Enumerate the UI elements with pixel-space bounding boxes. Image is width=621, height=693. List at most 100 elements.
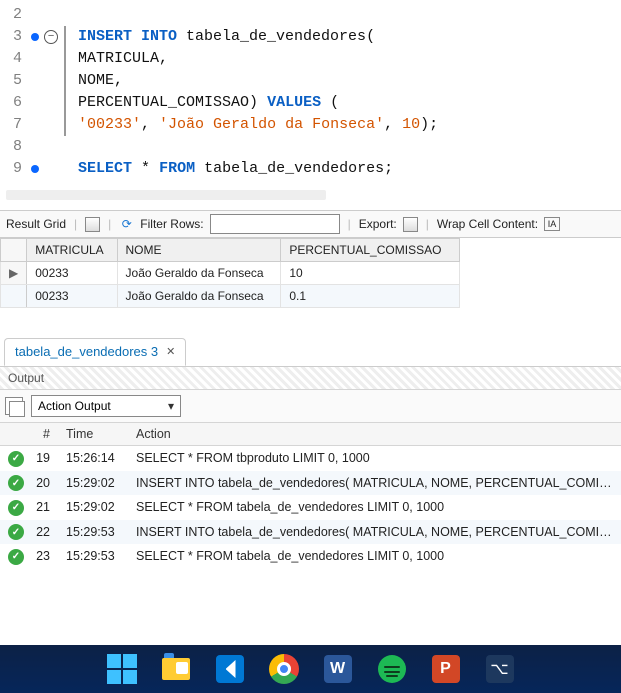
- output-row[interactable]: ✓2315:29:53SELECT * FROM tabela_de_vende…: [0, 544, 621, 569]
- tab-label: tabela_de_vendedores 3: [15, 344, 158, 359]
- editor-line[interactable]: 5 NOME,: [0, 70, 621, 92]
- output-row[interactable]: ✓2015:29:02INSERT INTO tabela_de_vendedo…: [0, 471, 621, 496]
- refresh-icon[interactable]: ⟳: [119, 217, 134, 232]
- output-log[interactable]: # Time Action ✓1915:26:14SELECT * FROM t…: [0, 423, 621, 569]
- code-text: PERCENTUAL_COMISSAO) VALUES (: [78, 92, 339, 114]
- output-type-value: Action Output: [38, 399, 111, 413]
- spotify-button[interactable]: [374, 651, 410, 687]
- filter-rows-label: Filter Rows:: [140, 217, 203, 231]
- vscode-icon: [216, 655, 244, 683]
- output-row-number: 23: [24, 544, 58, 569]
- output-row-number: 22: [24, 520, 58, 545]
- row-indicator[interactable]: [1, 285, 27, 308]
- success-icon: ✓: [8, 500, 24, 516]
- output-toolbar: Action Output: [0, 390, 621, 423]
- output-row-number: 20: [24, 471, 58, 496]
- success-icon: ✓: [8, 451, 24, 467]
- chrome-button[interactable]: [266, 651, 302, 687]
- column-header[interactable]: PERCENTUAL_COMISSAO: [281, 239, 460, 262]
- editor-line[interactable]: 3 − INSERT INTO tabela_de_vendedores(: [0, 26, 621, 48]
- result-grid[interactable]: MATRICULANOMEPERCENTUAL_COMISSAO ▶00233J…: [0, 238, 460, 308]
- cell[interactable]: 0.1: [281, 285, 460, 308]
- column-header[interactable]: MATRICULA: [27, 239, 117, 262]
- col-header-action: Action: [128, 423, 621, 446]
- success-icon: ✓: [8, 524, 24, 540]
- file-explorer-button[interactable]: [158, 651, 194, 687]
- editor-line[interactable]: 8: [0, 136, 621, 158]
- other-app-icon: ⌥: [486, 655, 514, 683]
- output-row[interactable]: ✓2115:29:02SELECT * FROM tabela_de_vende…: [0, 495, 621, 520]
- cell[interactable]: João Geraldo da Fonseca: [117, 285, 281, 308]
- wrap-cell-label: Wrap Cell Content:: [437, 217, 538, 231]
- editor-line[interactable]: 6 PERCENTUAL_COMISSAO) VALUES (: [0, 92, 621, 114]
- line-number: 5: [0, 70, 28, 92]
- powerpoint-icon: P: [432, 655, 460, 683]
- line-number: 4: [0, 48, 28, 70]
- output-row-time: 15:26:14: [58, 446, 128, 471]
- cell[interactable]: 00233: [27, 262, 117, 285]
- line-number: 3: [0, 26, 28, 48]
- editor-horizontal-scrollbar[interactable]: [6, 190, 326, 200]
- cell[interactable]: 00233: [27, 285, 117, 308]
- output-row-number: 21: [24, 495, 58, 520]
- editor-line[interactable]: 7'00233', 'João Geraldo da Fonseca', 10)…: [0, 114, 621, 136]
- copy-output-icon[interactable]: [5, 397, 23, 415]
- code-text: SELECT * FROM tabela_de_vendedores;: [78, 158, 393, 180]
- cell[interactable]: João Geraldo da Fonseca: [117, 262, 281, 285]
- windows-logo-icon: [107, 654, 137, 684]
- vscode-button[interactable]: [212, 651, 248, 687]
- export-label: Export:: [359, 217, 397, 231]
- filter-rows-input[interactable]: [210, 214, 340, 234]
- col-header-number: #: [24, 423, 58, 446]
- line-number: 8: [0, 136, 28, 158]
- success-icon: ✓: [8, 549, 24, 565]
- grid-view-icon[interactable]: [85, 217, 100, 232]
- result-tabs: tabela_de_vendedores 3 ✕: [0, 338, 621, 367]
- result-grid-toolbar: Result Grid | | ⟳ Filter Rows: | Export:…: [0, 210, 621, 238]
- line-number: 6: [0, 92, 28, 114]
- tab-tabela-de-vendedores-3[interactable]: tabela_de_vendedores 3 ✕: [4, 338, 186, 366]
- row-indicator[interactable]: ▶: [1, 262, 27, 285]
- output-title: Output: [0, 367, 621, 390]
- line-number: 9: [0, 158, 28, 180]
- editor-line[interactable]: 4 MATRICULA,: [0, 48, 621, 70]
- output-type-dropdown[interactable]: Action Output: [31, 395, 181, 417]
- output-row-action: SELECT * FROM tabela_de_vendedores LIMIT…: [128, 544, 621, 569]
- line-number: 7: [0, 114, 28, 136]
- output-row[interactable]: ✓1915:26:14SELECT * FROM tbproduto LIMIT…: [0, 446, 621, 471]
- other-app-button[interactable]: ⌥: [482, 651, 518, 687]
- code-text: INSERT INTO tabela_de_vendedores(: [78, 26, 375, 48]
- output-row-number: 19: [24, 446, 58, 471]
- powerpoint-button[interactable]: P: [428, 651, 464, 687]
- close-icon[interactable]: ✕: [166, 345, 175, 358]
- output-row-action: SELECT * FROM tbproduto LIMIT 0, 1000: [128, 446, 621, 471]
- editor-line[interactable]: 2: [0, 4, 621, 26]
- windows-taskbar[interactable]: W P ⌥: [0, 645, 621, 693]
- result-grid-label: Result Grid: [6, 217, 66, 231]
- table-row[interactable]: ▶00233João Geraldo da Fonseca10: [1, 262, 460, 285]
- word-button[interactable]: W: [320, 651, 356, 687]
- export-icon[interactable]: [403, 217, 418, 232]
- code-text: MATRICULA,: [78, 48, 168, 70]
- sql-editor[interactable]: 23 − INSERT INTO tabela_de_vendedores( 4 MAT…: [0, 0, 621, 186]
- statement-marker-icon: [31, 165, 39, 173]
- cell[interactable]: 10: [281, 262, 460, 285]
- output-row[interactable]: ✓2215:29:53INSERT INTO tabela_de_vendedo…: [0, 520, 621, 545]
- output-row-time: 15:29:02: [58, 495, 128, 520]
- column-header[interactable]: NOME: [117, 239, 281, 262]
- output-row-time: 15:29:02: [58, 471, 128, 496]
- success-icon: ✓: [8, 475, 24, 491]
- start-button[interactable]: [104, 651, 140, 687]
- statement-marker-icon: [31, 33, 39, 41]
- editor-line[interactable]: 9 SELECT * FROM tabela_de_vendedores;: [0, 158, 621, 180]
- file-explorer-icon: [162, 658, 190, 680]
- fold-toggle-icon[interactable]: −: [44, 30, 58, 44]
- output-row-time: 15:29:53: [58, 544, 128, 569]
- spotify-icon: [378, 655, 406, 683]
- code-text: NOME,: [78, 70, 123, 92]
- chrome-icon: [269, 654, 299, 684]
- col-header-time: Time: [58, 423, 128, 446]
- word-icon: W: [324, 655, 352, 683]
- table-row[interactable]: 00233João Geraldo da Fonseca0.1: [1, 285, 460, 308]
- wrap-cell-icon[interactable]: IA: [544, 217, 560, 231]
